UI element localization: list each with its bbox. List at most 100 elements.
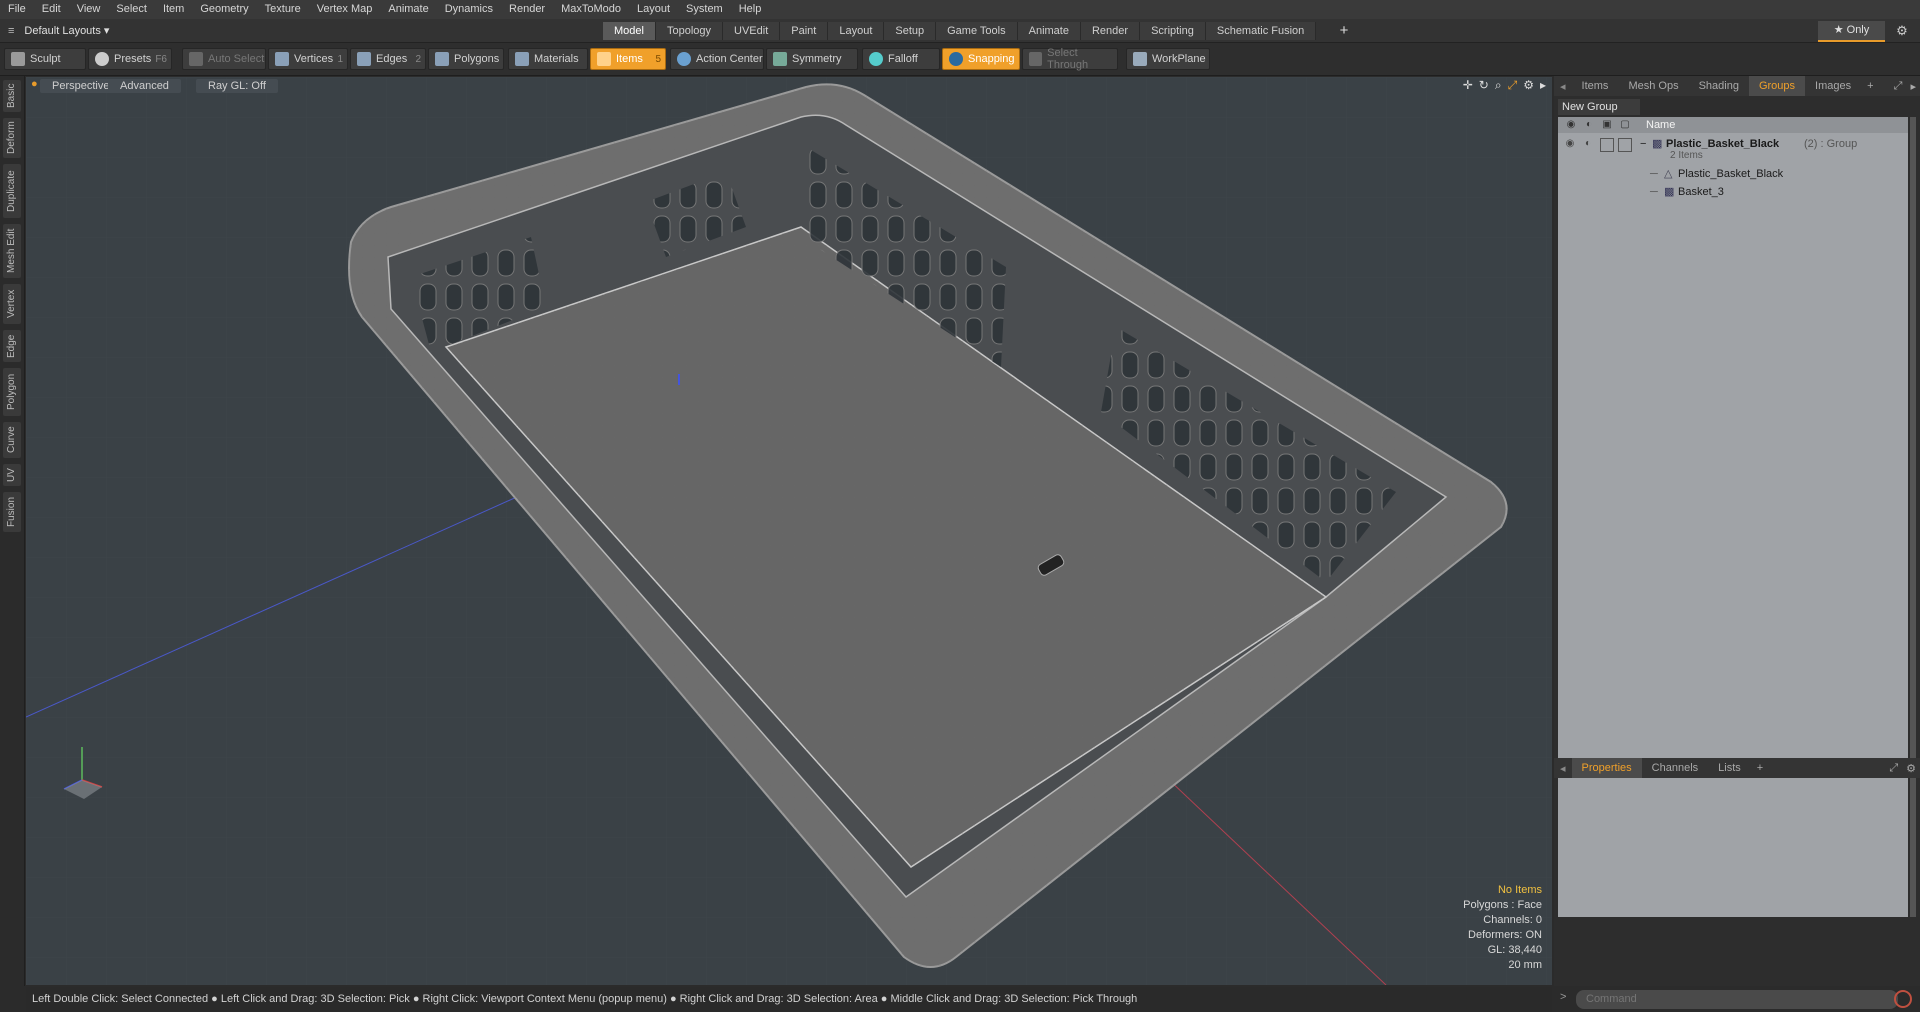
mesh-icon: ▩ — [1664, 186, 1675, 198]
tab-items[interactable]: Items — [1572, 76, 1619, 96]
menu-item[interactable]: Item — [155, 0, 192, 19]
edges-icon — [357, 52, 371, 66]
groups-list: ◉ ◐ ▣ ▢ Name ◉ ◐ − ▩ Plastic_Basket_Blac… — [1558, 117, 1908, 917]
menu-view[interactable]: View — [69, 0, 109, 19]
tab-topology[interactable]: Topology — [655, 22, 724, 40]
rotate-view-icon[interactable]: ↻ — [1479, 78, 1489, 93]
tab-layout[interactable]: Layout — [828, 22, 885, 40]
panel-pin-icon[interactable]: ◂ — [1554, 80, 1572, 93]
menu-select[interactable]: Select — [108, 0, 155, 19]
vtab-deform[interactable]: Deform — [3, 118, 21, 158]
vtab-basic[interactable]: Basic — [3, 80, 21, 112]
action-center-button[interactable]: Action Center — [670, 48, 764, 70]
vertices-button[interactable]: Vertices 1 — [268, 48, 348, 70]
auto-select-button[interactable]: Auto Select — [182, 48, 266, 70]
vtab-polygon[interactable]: Polygon — [3, 368, 21, 416]
vtab-curve[interactable]: Curve — [3, 422, 21, 458]
tab-setup[interactable]: Setup — [884, 22, 937, 40]
tab-images[interactable]: Images — [1805, 76, 1861, 96]
menu-file[interactable]: File — [0, 0, 34, 19]
layout-menu-icon: ≡ — [8, 24, 15, 37]
vtab-fusion[interactable]: Fusion — [3, 492, 21, 532]
list-item[interactable]: ─ △ Plastic_Basket_Black — [1558, 165, 1908, 183]
workplane-button[interactable]: WorkPlane — [1126, 48, 1210, 70]
menu-maxtomodo[interactable]: MaxToModo — [553, 0, 629, 19]
groups-scrollbar[interactable] — [1910, 117, 1916, 917]
render-column-icon[interactable]: ◐ — [1582, 118, 1596, 132]
vtab-vertex[interactable]: Vertex — [3, 284, 21, 324]
gear-icon[interactable]: ⚙ — [1892, 21, 1912, 41]
layout-selector[interactable]: ≡ Default Layouts ▾ — [8, 19, 109, 42]
menu-render[interactable]: Render — [501, 0, 553, 19]
tab-model[interactable]: Model — [603, 22, 656, 40]
add-tab-button[interactable]: + — [1336, 20, 1352, 42]
menu-vertex-map[interactable]: Vertex Map — [309, 0, 381, 19]
command-record-icon[interactable] — [1894, 990, 1912, 1008]
raygl-button[interactable]: Ray GL: Off — [196, 79, 278, 93]
presets-button[interactable]: Presets F6 — [88, 48, 172, 70]
tab-groups[interactable]: Groups — [1748, 76, 1806, 96]
snapping-button[interactable]: Snapping — [942, 48, 1020, 70]
menu-geometry[interactable]: Geometry — [192, 0, 256, 19]
symmetry-button[interactable]: Symmetry — [766, 48, 858, 70]
viewport-menu-dot[interactable]: ● — [31, 78, 38, 90]
child-item-name: Basket_3 — [1678, 186, 1724, 198]
bottom-settings-icon[interactable]: ⚙ — [1902, 762, 1920, 775]
tab-properties[interactable]: Properties — [1571, 758, 1642, 778]
menu-layout[interactable]: Layout — [629, 0, 678, 19]
command-history-icon[interactable]: > — [1560, 991, 1566, 1003]
bottom-panel-pin-icon[interactable]: ◂ — [1554, 762, 1572, 775]
command-input[interactable] — [1576, 990, 1898, 1009]
tab-mesh-ops[interactable]: Mesh Ops — [1618, 76, 1688, 96]
select-through-button[interactable]: Select Through — [1022, 47, 1118, 71]
tab-schematic-fusion[interactable]: Schematic Fusion — [1205, 22, 1317, 40]
sculpt-button[interactable]: Sculpt — [4, 48, 86, 70]
tab-lists[interactable]: Lists — [1708, 758, 1751, 778]
expand-bottom-icon[interactable]: ⤢ — [1885, 762, 1902, 775]
viewport-scene — [26, 77, 1552, 985]
viewport-settings-icon[interactable]: ⚙ — [1523, 78, 1534, 93]
lock-column-icon[interactable]: ▣ — [1600, 118, 1614, 132]
tab-render[interactable]: Render — [1080, 22, 1141, 40]
expand-panel-icon[interactable]: ⤢ — [1890, 80, 1907, 93]
vtab-duplicate[interactable]: Duplicate — [3, 164, 21, 218]
new-group-button[interactable]: New Group — [1558, 99, 1640, 115]
fit-view-icon[interactable]: ⤢ — [1508, 78, 1518, 93]
name-column-header[interactable]: Name — [1646, 117, 1675, 133]
list-item[interactable]: ─ ▩ Basket_3 — [1558, 183, 1908, 201]
vtab-edge[interactable]: Edge — [3, 330, 21, 362]
menu-dynamics[interactable]: Dynamics — [437, 0, 501, 19]
tab-scripting[interactable]: Scripting — [1140, 22, 1206, 40]
vtab-uv[interactable]: UV — [3, 464, 21, 486]
tab-paint[interactable]: Paint — [780, 22, 829, 40]
move-view-icon[interactable]: ✛ — [1463, 78, 1473, 93]
menu-texture[interactable]: Texture — [257, 0, 309, 19]
items-button[interactable]: Items 5 — [590, 48, 666, 70]
viewport-arrow-icon[interactable]: ▸ — [1540, 78, 1546, 93]
menu-animate[interactable]: Animate — [380, 0, 436, 19]
materials-button[interactable]: Materials — [508, 48, 588, 70]
only-button[interactable]: ★ Only — [1818, 21, 1885, 42]
add-bottom-tab-icon[interactable]: + — [1751, 762, 1769, 774]
polygons-button[interactable]: Polygons — [428, 48, 504, 70]
3d-viewport[interactable]: ● Perspective Advanced Ray GL: Off ✛ ↻ ⌕… — [26, 77, 1552, 985]
tab-uvedit[interactable]: UVEdit — [723, 22, 781, 40]
falloff-button[interactable]: Falloff — [862, 48, 940, 70]
edges-button[interactable]: Edges 2 — [350, 48, 426, 70]
tab-channels[interactable]: Channels — [1642, 758, 1708, 778]
layout-select-label: Default Layouts ▾ — [24, 25, 110, 37]
add-panel-tab-icon[interactable]: + — [1861, 80, 1879, 92]
advanced-button[interactable]: Advanced — [108, 79, 181, 93]
panel-menu-icon[interactable]: ▸ — [1906, 80, 1920, 93]
vertices-icon — [275, 52, 289, 66]
zoom-view-icon[interactable]: ⌕ — [1495, 78, 1502, 93]
vtab-mesh-edit[interactable]: Mesh Edit — [3, 224, 21, 278]
select-column-icon[interactable]: ▢ — [1618, 118, 1632, 132]
menu-edit[interactable]: Edit — [34, 0, 69, 19]
tab-animate[interactable]: Animate — [1017, 22, 1081, 40]
tab-shading[interactable]: Shading — [1689, 76, 1749, 96]
visibility-column-icon[interactable]: ◉ — [1564, 118, 1578, 132]
menu-help[interactable]: Help — [731, 0, 770, 19]
menu-system[interactable]: System — [678, 0, 731, 19]
tab-game-tools[interactable]: Game Tools — [936, 22, 1018, 40]
